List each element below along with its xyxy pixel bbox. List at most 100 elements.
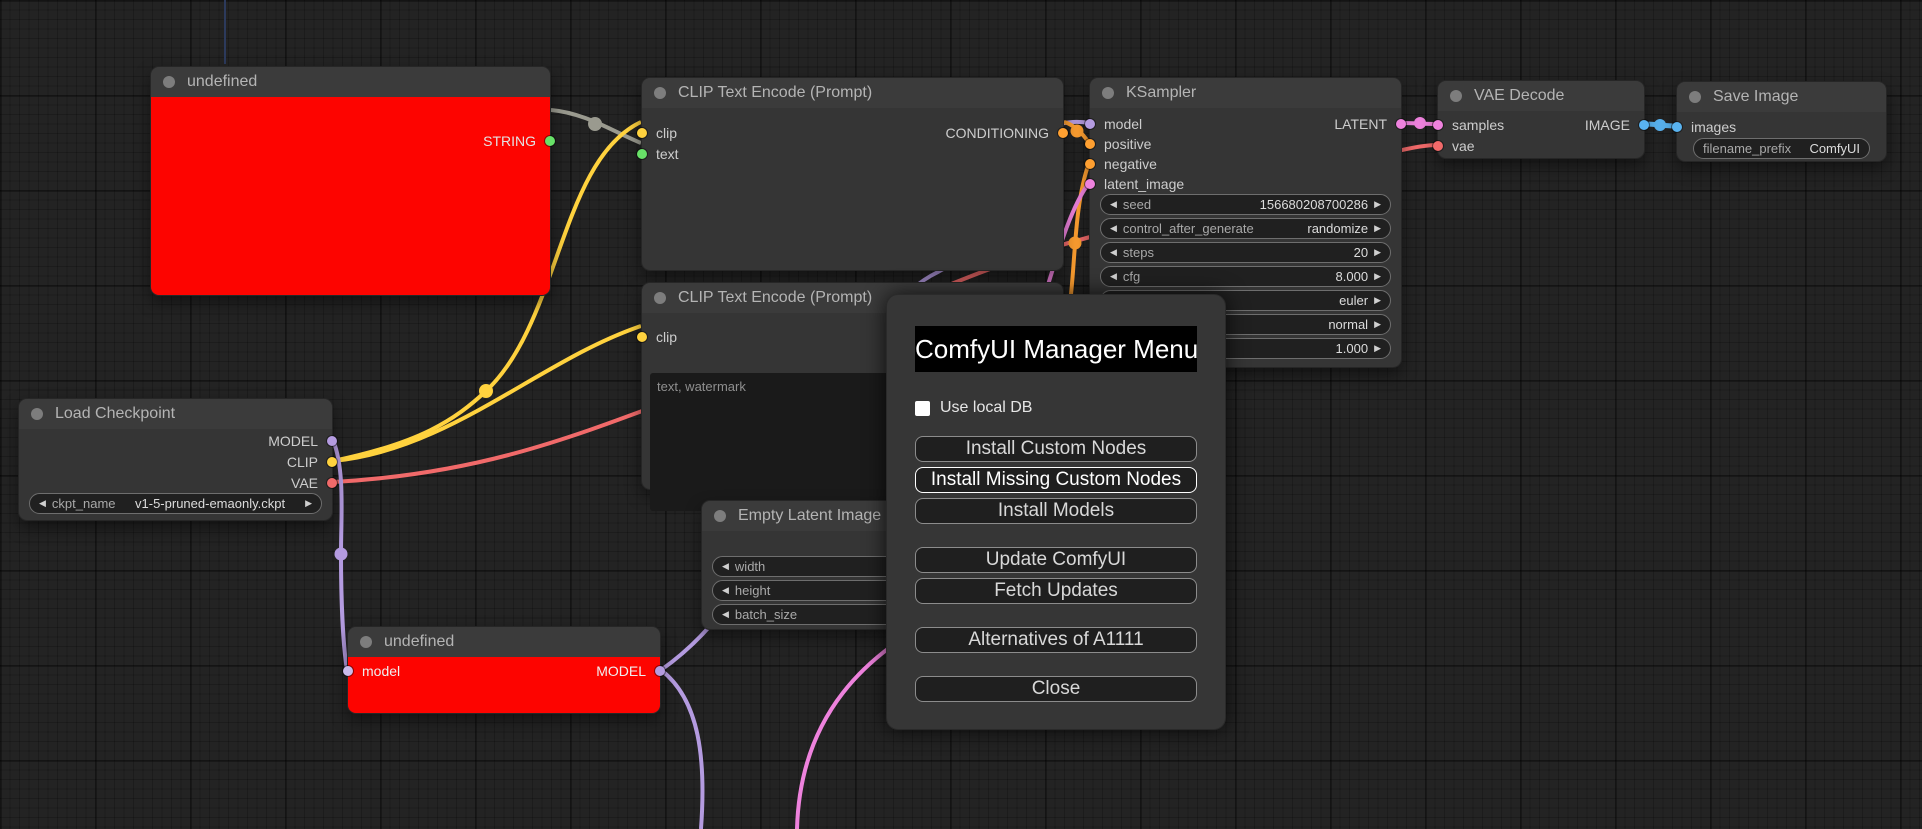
close-button[interactable]: Close [915, 676, 1197, 702]
output-slot-clip[interactable]: CLIP [287, 452, 337, 472]
node-title-bar[interactable]: Save Image [1677, 82, 1886, 112]
widget-right-arrow-icon[interactable]: ▶ [1374, 266, 1381, 287]
slot-dot-positive[interactable] [1085, 139, 1095, 149]
widget-right-arrow-icon[interactable]: ▶ [1374, 242, 1381, 263]
slot-dot-text[interactable] [637, 149, 647, 159]
widget-filename-prefix[interactable]: filename_prefix ComfyUI [1693, 138, 1870, 159]
node-status-dot [1102, 87, 1114, 99]
node-title-bar[interactable]: CLIP Text Encode (Prompt) [642, 78, 1063, 108]
slot-dot-vae[interactable] [1433, 141, 1443, 151]
node-title: undefined [187, 73, 258, 90]
node-clip-text-encode-1[interactable]: CLIP Text Encode (Prompt) clip text COND… [637, 77, 1068, 271]
output-slot-string[interactable]: STRING [483, 131, 555, 151]
node-status-dot [654, 292, 666, 304]
input-slot-positive[interactable]: positive [1085, 134, 1151, 154]
widget-steps[interactable]: ◀ steps 20 ▶ [1100, 242, 1391, 263]
widget-left-arrow-icon[interactable]: ◀ [1110, 242, 1117, 263]
widget-right-arrow-icon[interactable]: ▶ [1374, 290, 1381, 311]
widget-right-arrow-icon[interactable]: ▶ [1374, 314, 1381, 335]
widget-ckpt-name[interactable]: ◀ ckpt_name v1-5-pruned-emaonly.ckpt ▶ [29, 493, 322, 514]
output-slot-model[interactable]: MODEL [268, 431, 337, 451]
slot-dot-conditioning[interactable] [1058, 128, 1068, 138]
node-title: Save Image [1713, 88, 1799, 105]
input-slot-latent-image[interactable]: latent_image [1085, 174, 1184, 194]
input-slot-samples[interactable]: samples [1433, 115, 1504, 135]
slot-dot-images[interactable] [1672, 122, 1682, 132]
widget-control-after-generate[interactable]: ◀ control_after_generate randomize ▶ [1100, 218, 1391, 239]
node-title: CLIP Text Encode (Prompt) [678, 289, 873, 306]
node-title: Empty Latent Image [738, 507, 882, 524]
input-slot-negative[interactable]: negative [1085, 154, 1157, 174]
alternatives-of-a1111-button[interactable]: Alternatives of A1111 [915, 627, 1197, 653]
node-undefined-bottom[interactable]: undefined model MODEL [343, 626, 665, 714]
fetch-updates-button[interactable]: Fetch Updates [915, 578, 1197, 604]
widget-seed[interactable]: ◀ seed 156680208700286 ▶ [1100, 194, 1391, 215]
widget-left-arrow-icon[interactable]: ◀ [1110, 194, 1117, 215]
slot-dot-string[interactable] [545, 136, 555, 146]
widget-left-arrow-icon[interactable]: ◀ [1110, 218, 1117, 239]
slot-dot-latent[interactable] [1396, 119, 1406, 129]
install-models-button[interactable]: Install Models [915, 498, 1197, 524]
input-slot-vae[interactable]: vae [1433, 136, 1475, 156]
output-slot-model[interactable]: MODEL [596, 661, 665, 681]
slot-dot-model-out[interactable] [655, 666, 665, 676]
slot-dot-latent-image[interactable] [1085, 179, 1095, 189]
node-title: CLIP Text Encode (Prompt) [678, 84, 873, 101]
widget-right-arrow-icon[interactable]: ▶ [1374, 194, 1381, 215]
input-slot-images[interactable]: images [1672, 117, 1736, 137]
update-comfyui-button[interactable]: Update ComfyUI [915, 547, 1197, 573]
node-title: VAE Decode [1474, 87, 1565, 104]
slot-dot-image[interactable] [1639, 120, 1649, 130]
node-status-dot [163, 76, 175, 88]
widget-right-arrow-icon[interactable]: ▶ [1374, 338, 1381, 359]
node-title-bar[interactable]: VAE Decode [1438, 81, 1644, 111]
node-load-checkpoint[interactable]: Load Checkpoint MODEL CLIP VAE ◀ ckpt_na… [18, 398, 337, 521]
output-slot-vae[interactable]: VAE [291, 473, 337, 493]
widget-left-arrow-icon[interactable]: ◀ [722, 604, 729, 625]
slot-dot-clip[interactable] [637, 128, 647, 138]
widget-right-arrow-icon[interactable]: ▶ [1374, 218, 1381, 239]
output-slot-latent[interactable]: LATENT [1334, 114, 1406, 134]
slot-dot-clip[interactable] [327, 457, 337, 467]
widget-left-arrow-icon[interactable]: ◀ [1110, 266, 1117, 287]
slot-dot-negative[interactable] [1085, 159, 1095, 169]
node-status-dot [31, 408, 43, 420]
node-title-bar[interactable]: undefined [348, 627, 660, 657]
widget-left-arrow-icon[interactable]: ◀ [39, 493, 46, 514]
output-slot-image[interactable]: IMAGE [1585, 115, 1649, 135]
input-slot-model[interactable]: model [343, 661, 400, 681]
widget-left-arrow-icon[interactable]: ◀ [722, 556, 729, 577]
slot-dot-model[interactable] [1085, 119, 1095, 129]
node-vae-decode[interactable]: VAE Decode samples vae IMAGE [1433, 80, 1649, 159]
node-title-bar[interactable]: KSampler [1090, 78, 1401, 108]
slot-dot-model-in[interactable] [343, 666, 353, 676]
node-status-dot [654, 87, 666, 99]
node-title-bar[interactable]: undefined [151, 67, 550, 97]
dialog-title: ComfyUI Manager Menu [915, 326, 1197, 372]
node-status-dot [360, 636, 372, 648]
node-title: KSampler [1126, 84, 1197, 101]
input-slot-text[interactable]: text [637, 144, 679, 164]
input-slot-model[interactable]: model [1085, 114, 1142, 134]
input-slot-clip[interactable]: clip [637, 327, 677, 347]
install-custom-nodes-button[interactable]: Install Custom Nodes [915, 436, 1197, 462]
slot-dot-vae[interactable] [327, 478, 337, 488]
widget-cfg[interactable]: ◀ cfg 8.000 ▶ [1100, 266, 1391, 287]
widget-left-arrow-icon[interactable]: ◀ [722, 580, 729, 601]
output-slot-conditioning[interactable]: CONDITIONING [946, 123, 1068, 143]
slot-dot-samples[interactable] [1433, 120, 1443, 130]
install-missing-custom-nodes-button[interactable]: Install Missing Custom Nodes [915, 467, 1197, 493]
slot-dot-clip[interactable] [637, 332, 647, 342]
comfyui-manager-dialog: ComfyUI Manager Menu Use local DB Instal… [886, 294, 1226, 730]
node-save-image[interactable]: Save Image images filename_prefix ComfyU… [1672, 81, 1887, 162]
node-status-dot [1689, 91, 1701, 103]
slot-dot-model[interactable] [327, 436, 337, 446]
node-canvas[interactable]: { "app_title": "ComfyUI", "icons": { "wi… [0, 0, 1922, 829]
node-status-dot [1450, 90, 1462, 102]
node-title: undefined [384, 633, 455, 650]
widget-right-arrow-icon[interactable]: ▶ [305, 493, 312, 514]
node-undefined-top[interactable]: undefined STRING [150, 66, 555, 296]
input-slot-clip[interactable]: clip [637, 123, 677, 143]
node-title-bar[interactable]: Load Checkpoint [19, 399, 332, 429]
use-local-db-checkbox[interactable] [915, 400, 930, 416]
